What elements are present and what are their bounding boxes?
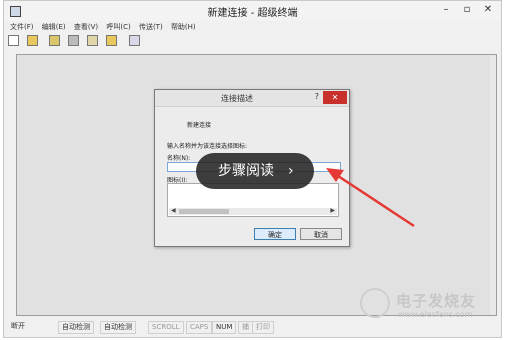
watermark-url: www.elecfans.com <box>398 310 473 319</box>
elecfans-logo-icon <box>360 288 390 318</box>
watermark-text: 电子发烧友 <box>396 292 477 310</box>
watermark: 电子发烧友 www.elecfans.com <box>356 284 502 324</box>
arrow-head <box>326 168 344 182</box>
arrow-line <box>331 170 415 228</box>
